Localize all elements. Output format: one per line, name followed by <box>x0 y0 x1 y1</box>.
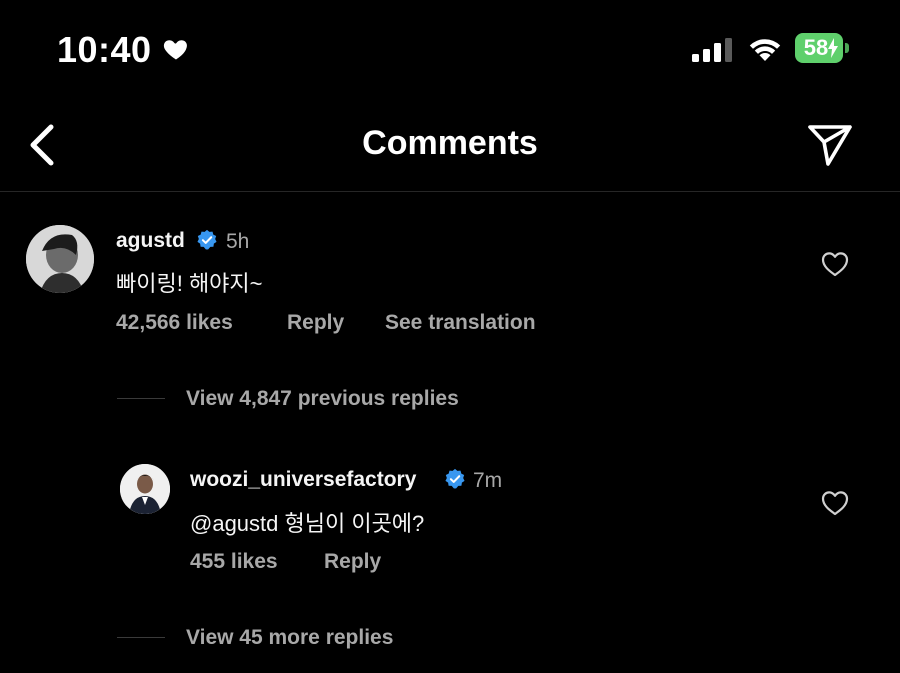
share-button[interactable] <box>806 122 854 168</box>
avatar[interactable] <box>26 225 94 293</box>
comment-time: 5h <box>226 230 250 253</box>
charging-bolt-icon <box>828 38 838 58</box>
comments-header: Comments <box>0 100 900 192</box>
reply-username[interactable]: woozi_universefactory <box>190 468 416 492</box>
reply-time: 7m <box>473 469 503 492</box>
view-more-replies[interactable]: View 45 more replies <box>186 626 393 650</box>
heart-status-icon <box>163 40 187 60</box>
battery-level: 58 <box>803 35 829 60</box>
avatar[interactable] <box>120 464 170 514</box>
wifi-icon <box>749 39 781 61</box>
reply-text: @agustd 형님이 이곳에? <box>190 511 425 536</box>
reply-button[interactable]: Reply <box>324 550 381 574</box>
status-bar: 10:40 58 <box>0 0 900 100</box>
divider <box>117 637 165 638</box>
verified-badge-icon <box>445 468 465 489</box>
see-translation-link[interactable]: See translation <box>385 311 536 335</box>
view-previous-replies[interactable]: View 4,847 previous replies <box>186 387 459 411</box>
comment-text: 빠이링! 해야지~ <box>116 271 263 296</box>
likes-count[interactable]: 42,566 likes <box>116 311 233 335</box>
reply-button[interactable]: Reply <box>287 311 344 335</box>
status-time: 10:40 <box>57 29 152 70</box>
avatar-photo <box>26 225 94 293</box>
cellular-signal-icon <box>692 38 732 62</box>
likes-count[interactable]: 455 likes <box>190 550 278 574</box>
avatar-photo <box>120 464 170 514</box>
verified-badge-icon <box>197 229 217 250</box>
paper-plane-icon <box>808 125 852 166</box>
page-title: Comments <box>362 124 538 162</box>
heart-like-icon[interactable] <box>821 490 849 516</box>
battery-indicator: 58 <box>795 33 849 65</box>
divider <box>117 398 165 399</box>
heart-like-icon[interactable] <box>821 251 849 277</box>
comment-username[interactable]: agustd <box>116 229 185 253</box>
